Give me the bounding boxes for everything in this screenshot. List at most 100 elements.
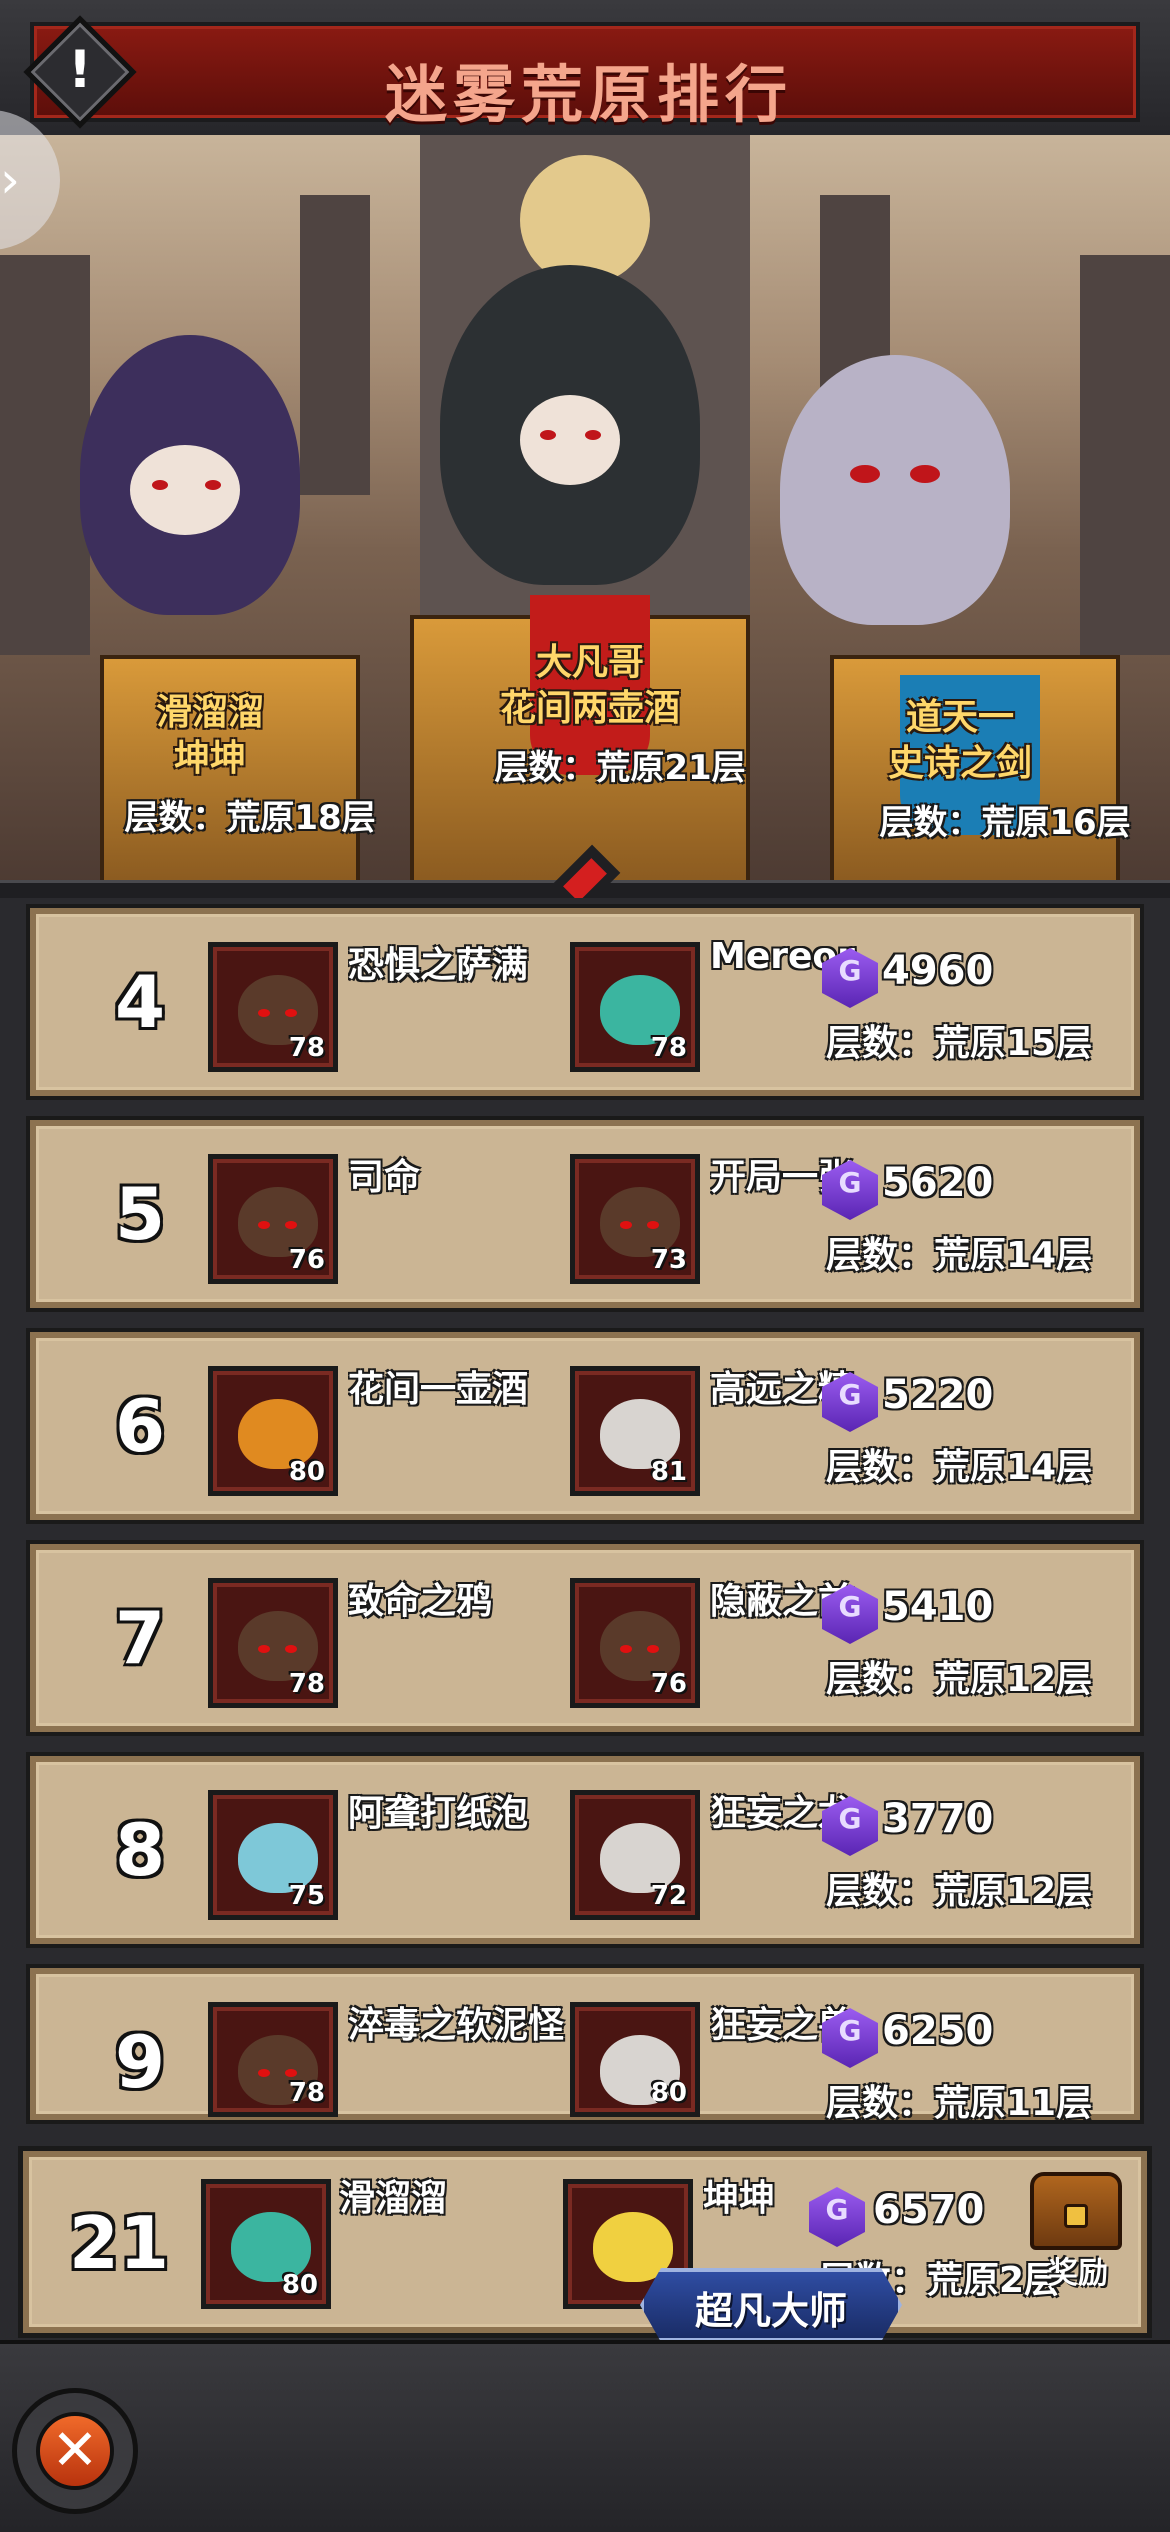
character-eye	[620, 1221, 632, 1229]
avatar[interactable]: 75	[208, 1790, 338, 1920]
rank-number: 6	[114, 1384, 166, 1468]
power-value: 5410	[882, 1584, 994, 1630]
character-eye	[850, 465, 880, 483]
gem-glyph: G	[838, 1802, 862, 1835]
gem-glyph: G	[825, 2193, 849, 2226]
avatar[interactable]: 73	[570, 1154, 700, 1284]
gem-glyph: G	[838, 2014, 862, 2047]
avatar[interactable]: 78	[208, 942, 338, 1072]
player-name: 淬毒之软泥怪	[348, 2005, 565, 2046]
avatar[interactable]: 76	[208, 1154, 338, 1284]
gem-glyph: G	[838, 1378, 862, 1411]
ranking-row[interactable]: 6 80 花间一壶酒 81 高远之精 G 5220 层数：荒原14层	[26, 1328, 1144, 1524]
character-eye	[258, 1645, 270, 1653]
character-eye	[152, 480, 168, 490]
character-eye	[585, 430, 601, 440]
ranking-row[interactable]: 5 76 司命 73 开局一张 G 5620 层数：荒原14层	[26, 1116, 1144, 1312]
title-badge-text: 超凡大师	[694, 2289, 847, 2333]
player-name: 坤坤	[703, 2178, 776, 2219]
podium-second-name: 滑溜溜 坤坤	[80, 690, 340, 782]
character-face	[520, 395, 620, 485]
title-bar: 迷雾荒原排行	[0, 0, 1170, 135]
floor-text: 层数：荒原14层	[826, 1235, 1093, 1276]
avatar[interactable]: 78	[570, 942, 700, 1072]
avatar[interactable]: 72	[570, 1790, 700, 1920]
ranking-row[interactable]: 7 78 致命之鸦 76 隐蔽之前 G 5410 层数：荒原12层	[26, 1540, 1144, 1736]
podium-third-name-line2: 史诗之剑	[887, 743, 1032, 784]
power-value: 6250	[882, 2008, 994, 2054]
title-banner: 迷雾荒原排行	[30, 22, 1140, 131]
avatar[interactable]: 78	[208, 1578, 338, 1708]
gem-glyph: G	[838, 954, 862, 987]
ranking-row[interactable]: 8 75 阿聋打纸泡 72 狂妄之龙 G 3770 层数：荒原12层	[26, 1752, 1144, 1948]
floor-text: 层数：荒原15层	[826, 1023, 1093, 1064]
ranking-row[interactable]: 4 78 恐惧之萨满 78 Mereor G 4960 层数：荒原15层	[26, 904, 1144, 1100]
player-name: 滑溜溜	[339, 2178, 448, 2219]
podium-first-name-line2: 花间两壶酒	[499, 688, 680, 729]
podium-first-floor: 层数：荒原21层	[494, 748, 746, 788]
avatar-level: 80	[650, 2078, 687, 2108]
rank-number: 9	[114, 2020, 166, 2104]
character-eye	[285, 2069, 297, 2077]
gem-glyph: G	[838, 1590, 862, 1623]
podium-first-name: 大凡哥 花间两壶酒	[440, 640, 740, 732]
avatar-level: 78	[288, 2078, 325, 2108]
page-title: 迷雾荒原排行	[384, 58, 793, 131]
podium-second-name-line1: 滑溜溜	[155, 692, 264, 733]
background-tower	[0, 255, 90, 655]
power-value: 3770	[882, 1796, 994, 1842]
avatar[interactable]: 76	[570, 1578, 700, 1708]
podium-third-name-line1: 道天一	[905, 697, 1014, 738]
player-name: 阿聋打纸泡	[348, 1793, 529, 1834]
character-face	[130, 445, 240, 535]
ranking-list[interactable]: 4 78 恐惧之萨满 78 Mereor G 4960 层数：荒原15层 5 7…	[0, 898, 1170, 2130]
player-name: 花间一壶酒	[348, 1369, 529, 1410]
rank-number: 7	[114, 1596, 166, 1680]
rank-number: 5	[114, 1172, 166, 1256]
power-value: 6570	[873, 2187, 985, 2233]
avatar[interactable]: 80	[570, 2002, 700, 2117]
background-tower	[1080, 255, 1170, 655]
character-eye	[258, 1221, 270, 1229]
character-eye	[910, 465, 940, 483]
character-eye	[620, 1645, 632, 1653]
player-name: 恐惧之萨满	[348, 945, 529, 986]
chevron-right-icon: ›	[0, 151, 20, 209]
avatar-level: 76	[288, 1245, 325, 1275]
character-eye	[205, 480, 221, 490]
background-tower	[300, 195, 370, 495]
avatar-level: 80	[288, 1457, 325, 1487]
rank-number: 4	[114, 960, 166, 1044]
podium-third-name: 道天一 史诗之剑	[830, 695, 1090, 787]
character-eye	[285, 1221, 297, 1229]
ranking-row[interactable]: 9 78 淬毒之软泥怪 80 狂妄之兽 G 6250 层数：荒原11层	[26, 1964, 1144, 2124]
power-value: 4960	[882, 948, 994, 994]
character-eye	[285, 1009, 297, 1017]
floor-text: 层数：荒原12层	[826, 1659, 1093, 1700]
my-rank-row[interactable]: 21 80 滑溜溜 坤坤 G 6570 层数：荒原2层	[18, 2146, 1152, 2338]
avatar[interactable]: 81	[570, 1366, 700, 1496]
avatar-level: 81	[650, 1457, 687, 1487]
podium-second-name-line2: 坤坤	[173, 738, 246, 779]
character-eye	[285, 1645, 297, 1653]
power-value: 5220	[882, 1372, 994, 1418]
character-eye	[647, 1645, 659, 1653]
character-eye	[258, 2069, 270, 2077]
character-eye	[540, 430, 556, 440]
avatar-level: 73	[650, 1245, 687, 1275]
podium-second-floor: 层数：荒原18层	[124, 798, 376, 838]
power-value: 5620	[882, 1160, 994, 1206]
avatar[interactable]: 80	[201, 2179, 331, 2309]
podium-third-floor: 层数：荒原16层	[879, 803, 1131, 843]
reward-label[interactable]: 奖励	[1048, 2248, 1108, 2292]
avatar-level: 75	[288, 1881, 325, 1911]
character-third	[780, 355, 1010, 625]
footer-bar	[0, 2340, 1170, 2532]
avatar-level: 78	[288, 1033, 325, 1063]
avatar[interactable]: 78	[208, 2002, 338, 2117]
avatar[interactable]: 80	[208, 1366, 338, 1496]
avatar-level: 78	[650, 1033, 687, 1063]
player-name: 致命之鸦	[348, 1581, 493, 1622]
floor-text: 层数：荒原14层	[826, 1447, 1093, 1488]
avatar-level: 72	[650, 1881, 687, 1911]
